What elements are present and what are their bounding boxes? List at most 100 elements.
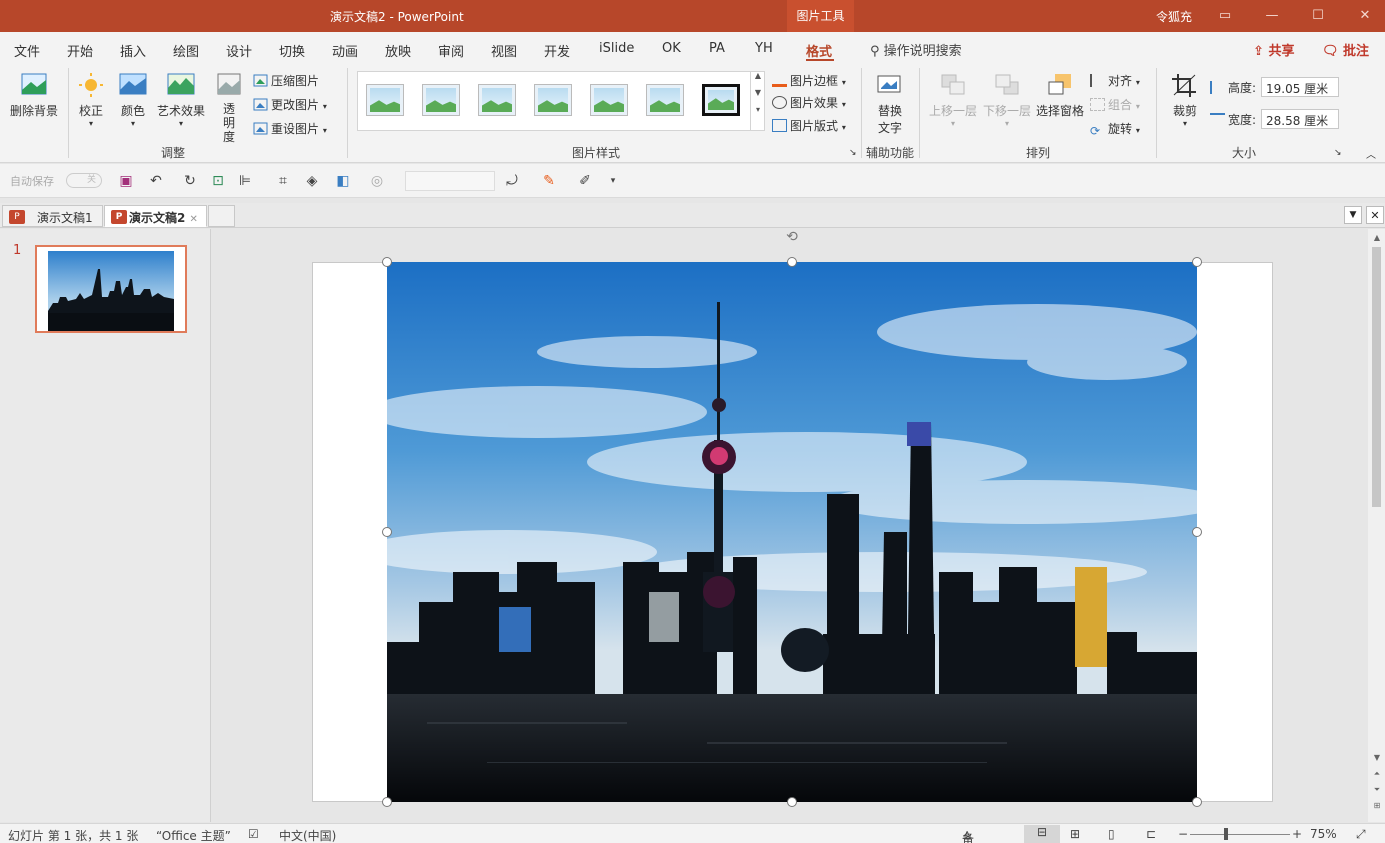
tab-insert[interactable]: 插入 — [120, 41, 146, 60]
tab-slideshow[interactable]: 放映 — [385, 41, 411, 60]
transparency-button[interactable]: 透明度 — [212, 72, 246, 144]
picture-layout-button[interactable]: 图片版式 ▾ — [772, 117, 846, 134]
font-size-dropdown[interactable] — [405, 171, 495, 191]
normal-view-icon[interactable]: ⊟ — [1024, 825, 1060, 843]
color-button[interactable]: 颜色 ▾ — [114, 72, 152, 128]
eyedropper-icon[interactable]: ✐ — [576, 172, 594, 190]
gallery-scroll[interactable]: ▲ ▼ ▾ — [750, 71, 765, 131]
tab-list-icon[interactable]: ▼ — [1344, 206, 1362, 224]
slide-thumbnail-selected[interactable] — [35, 245, 187, 333]
scroll-thumb[interactable] — [1372, 247, 1381, 507]
send-backward-button[interactable]: 下移一层 ▾ — [980, 72, 1034, 128]
corrections-button[interactable]: 校正 ▾ — [72, 72, 110, 128]
style-thumbnail-selected[interactable] — [702, 84, 740, 116]
resize-handle[interactable] — [787, 257, 797, 267]
vertical-scrollbar[interactable]: ▲ ▼ ⏶ ⏷ ⊞ — [1368, 229, 1385, 822]
zoom-level[interactable]: 75% — [1310, 827, 1337, 841]
crop-tool-icon[interactable]: ⌗ — [274, 172, 292, 190]
minimize-icon[interactable]: — — [1259, 4, 1285, 28]
style-thumbnail[interactable] — [422, 84, 460, 116]
chevron-down-icon[interactable]: ▼ — [751, 88, 765, 97]
new-tab-button[interactable] — [208, 205, 235, 227]
resize-handle[interactable] — [1192, 797, 1202, 807]
style-thumbnail[interactable] — [590, 84, 628, 116]
align-button[interactable]: 对齐 ▾ — [1090, 72, 1140, 89]
zoom-in-icon[interactable]: + — [1292, 827, 1302, 841]
customize-toolbar-icon[interactable]: ▾ — [604, 172, 622, 190]
shape-effects-icon[interactable]: ◎ — [368, 172, 386, 190]
tab-format[interactable]: 格式 — [806, 41, 832, 60]
style-thumbnail[interactable] — [366, 84, 404, 116]
bring-forward-button[interactable]: 上移一层 ▾ — [926, 72, 980, 128]
tab-review[interactable]: 审阅 — [438, 41, 464, 60]
change-picture-button[interactable]: 更改图片 ▾ — [253, 96, 327, 113]
more-icon[interactable]: ▾ — [751, 105, 765, 114]
group-objects-button[interactable]: 组合 ▾ — [1090, 96, 1140, 113]
tab-developer[interactable]: 开发 — [544, 41, 570, 60]
tell-me-search[interactable]: ⚲ 操作说明搜索 — [870, 40, 962, 59]
alt-text-button[interactable]: 替换 文字 — [870, 72, 910, 136]
collapse-ribbon-icon[interactable]: ︿ — [1366, 146, 1376, 161]
close-document-icon[interactable]: ✕ — [1366, 206, 1384, 224]
tab-home[interactable]: 开始 — [67, 41, 93, 60]
reading-view-icon[interactable]: ▯ — [1108, 827, 1115, 841]
tab-yh[interactable]: YH — [755, 41, 773, 56]
tab-draw[interactable]: 绘图 — [173, 41, 199, 60]
picture-border-button[interactable]: 图片边框 ▾ — [772, 72, 846, 89]
redo-icon[interactable]: ↻ — [181, 172, 199, 190]
crop-button[interactable]: 裁剪 ▾ — [1166, 72, 1204, 128]
tab-animations[interactable]: 动画 — [332, 41, 358, 60]
style-thumbnail[interactable] — [534, 84, 572, 116]
language[interactable]: 中文(中国) — [279, 827, 336, 843]
fit-to-window-icon[interactable]: ⤢ — [1356, 827, 1366, 842]
autosave-toggle[interactable]: 关 — [66, 173, 102, 188]
compress-pictures-button[interactable]: 压缩图片 — [253, 72, 319, 89]
fill-color-icon[interactable]: ◈ — [303, 172, 321, 190]
previous-slide-icon[interactable]: ⏶ — [1372, 769, 1382, 779]
reset-picture-button[interactable]: 重设图片 ▾ — [253, 120, 327, 137]
close-tab-icon[interactable]: ✕ — [190, 214, 198, 225]
slide-sorter-icon[interactable]: ⊞ — [1070, 827, 1080, 841]
resize-handle[interactable] — [1192, 257, 1202, 267]
resize-handle[interactable] — [382, 797, 392, 807]
fit-slide-icon[interactable]: ⊞ — [1372, 801, 1382, 810]
doc-tab-1[interactable]: P 演示文稿1 — [2, 205, 103, 227]
scroll-down-icon[interactable]: ▼ — [1372, 753, 1382, 762]
tab-design[interactable]: 设计 — [226, 41, 252, 60]
width-input[interactable]: 28.58 厘米 — [1261, 109, 1339, 129]
align-objects-icon[interactable]: ⊫ — [236, 172, 254, 190]
zoom-out-icon[interactable]: − — [1178, 827, 1188, 841]
style-thumbnail[interactable] — [478, 84, 516, 116]
doc-tab-2[interactable]: P 演示文稿2 ✕ — [104, 205, 207, 227]
comments-button[interactable]: 🗨 批注 — [1322, 40, 1369, 59]
outline-color-icon[interactable]: ✎ — [540, 172, 558, 190]
rotate-tool-icon[interactable]: ⤾ — [503, 172, 521, 190]
resize-handle[interactable] — [382, 257, 392, 267]
selection-pane-button[interactable]: 选择窗格 — [1034, 72, 1086, 119]
tab-view[interactable]: 视图 — [491, 41, 517, 60]
tab-ok[interactable]: OK — [662, 41, 681, 56]
scroll-up-icon[interactable]: ▲ — [1372, 233, 1382, 242]
resize-handle[interactable] — [787, 797, 797, 807]
tab-transitions[interactable]: 切换 — [279, 41, 305, 60]
next-slide-icon[interactable]: ⏷ — [1372, 785, 1382, 795]
style-thumbnail[interactable] — [646, 84, 684, 116]
slideshow-view-icon[interactable]: ⊏ — [1146, 827, 1156, 841]
maximize-icon[interactable]: ☐ — [1305, 4, 1331, 28]
resize-handle[interactable] — [382, 527, 392, 537]
zoom-slider-thumb[interactable] — [1224, 828, 1228, 840]
dialog-launcher-icon[interactable]: ↘ — [1334, 148, 1342, 158]
tab-islide[interactable]: iSlide — [599, 41, 634, 56]
undo-icon[interactable]: ↶ — [147, 172, 165, 190]
tab-file[interactable]: 文件 — [14, 41, 40, 60]
remove-background-button[interactable]: 删除背景 — [6, 72, 62, 119]
dialog-launcher-icon[interactable]: ↘ — [849, 148, 857, 158]
shapes-icon[interactable]: ◧ — [334, 172, 352, 190]
start-slideshow-icon[interactable]: ⊡ — [209, 172, 227, 190]
rotation-handle-icon[interactable]: ⟲ — [782, 229, 802, 249]
selected-picture[interactable] — [387, 262, 1197, 802]
picture-effects-button[interactable]: 图片效果 ▾ — [772, 94, 846, 111]
ribbon-display-icon[interactable]: ▭ — [1212, 4, 1238, 28]
close-icon[interactable]: ✕ — [1352, 4, 1378, 28]
zoom-slider[interactable] — [1190, 834, 1290, 835]
